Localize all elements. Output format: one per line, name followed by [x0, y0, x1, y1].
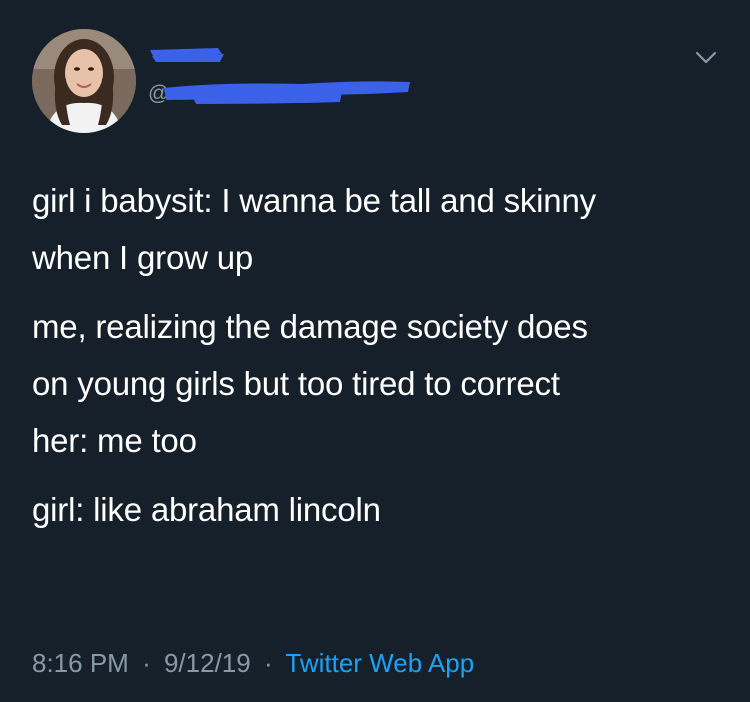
display-name-redaction	[150, 48, 224, 62]
tweet-text: girl i babysit: I wanna be tall and skin…	[32, 172, 732, 550]
tweet-date[interactable]: 9/12/19	[164, 648, 251, 678]
tweet-metadata: 8:16 PM · 9/12/19 · Twitter Web App	[32, 648, 474, 679]
tweet-card: @ girl i babysit: I wanna be tall and sk…	[0, 0, 750, 702]
meta-separator: ·	[142, 648, 151, 678]
tweet-source-link[interactable]: Twitter Web App	[285, 648, 474, 678]
chevron-down-icon[interactable]	[693, 47, 719, 67]
avatar[interactable]	[32, 29, 136, 133]
tweet-time[interactable]: 8:16 PM	[32, 648, 129, 678]
user-handle[interactable]: @	[148, 78, 410, 108]
tweet-paragraph: girl i babysit: I wanna be tall and skin…	[32, 182, 596, 276]
meta-separator: ·	[263, 648, 273, 678]
handle-redaction	[164, 81, 410, 104]
tweet-paragraph: girl: like abraham lincoln	[32, 491, 381, 528]
tweet-paragraph: me, realizing the damage society does on…	[32, 308, 588, 459]
